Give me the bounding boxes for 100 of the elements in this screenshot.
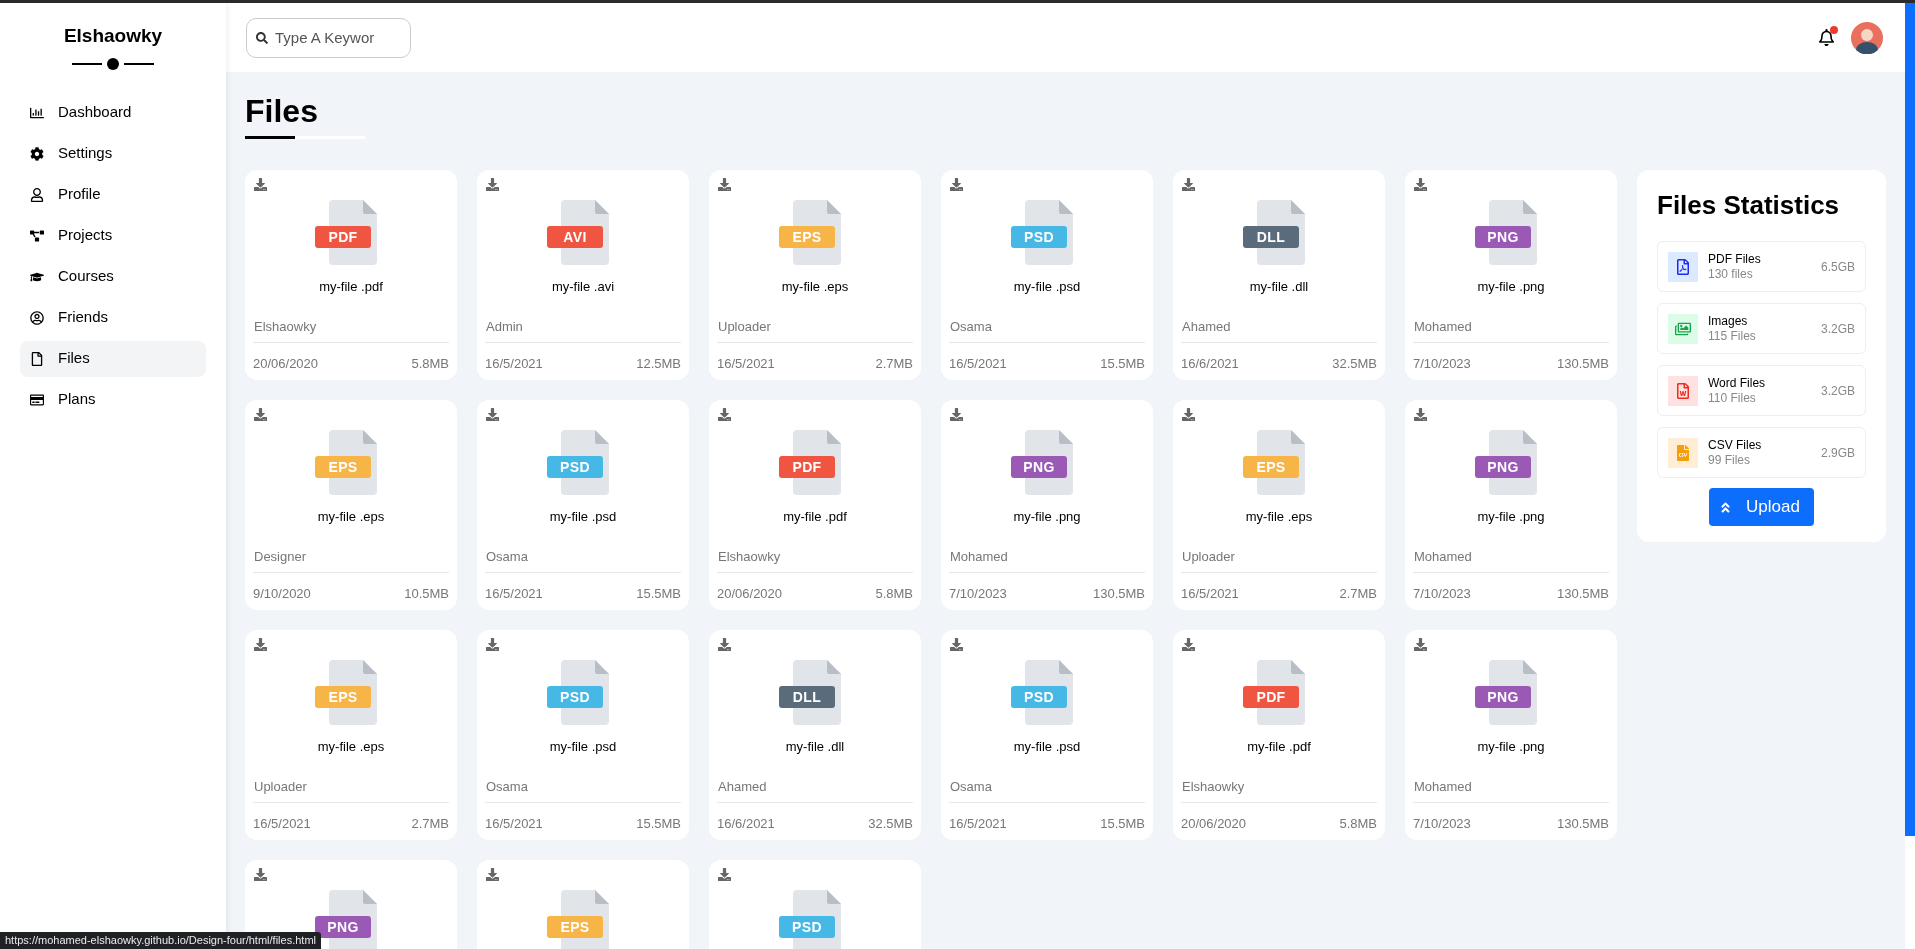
download-icon[interactable]: [486, 868, 499, 881]
file-name[interactable]: my-file .psd: [949, 737, 1145, 757]
file-type-badge: PSD: [1011, 686, 1067, 708]
download-icon[interactable]: [718, 178, 731, 191]
download-icon[interactable]: [950, 638, 963, 651]
download-icon[interactable]: [1182, 178, 1195, 191]
file-type-badge: EPS: [315, 686, 371, 708]
statistic-label: PDF Files: [1708, 251, 1761, 267]
sidebar-item[interactable]: Courses: [20, 258, 206, 295]
file-name[interactable]: my-file .eps: [253, 737, 449, 757]
file-date: 16/5/2021: [949, 815, 1007, 833]
file-date: 16/5/2021: [1181, 585, 1239, 603]
download-icon[interactable]: [486, 408, 499, 421]
user-icon: [30, 187, 44, 202]
file-name[interactable]: my-file .psd: [485, 507, 681, 527]
file-type-badge: PNG: [1475, 456, 1531, 478]
file-size: 130.5MB: [1556, 815, 1609, 833]
statistic-count: 110 Files: [1708, 390, 1757, 406]
scrollbar-thumb[interactable]: [1905, 3, 1915, 836]
file-name[interactable]: my-file .pdf: [1181, 737, 1377, 757]
chart-icon: [30, 105, 44, 120]
file-size: 2.7MB: [411, 815, 449, 833]
download-icon[interactable]: [950, 178, 963, 191]
upload-button[interactable]: Upload: [1709, 488, 1814, 526]
file-date: 16/5/2021: [253, 815, 311, 833]
file-type-badge: PSD: [779, 916, 835, 938]
statistic-count: 115 Files: [1708, 328, 1756, 344]
download-icon[interactable]: [718, 868, 731, 881]
file-name[interactable]: my-file .dll: [717, 737, 913, 757]
brand-title: Elshaowky: [63, 24, 163, 48]
file-name[interactable]: my-file .dll: [1181, 277, 1377, 297]
diagram-icon: [30, 228, 44, 243]
statistic-size: 3.2GB: [1820, 320, 1855, 338]
file-size: 5.8MB: [875, 585, 913, 603]
sidebar-item[interactable]: Projects: [20, 217, 206, 254]
file-owner: Mohamed: [1414, 317, 1473, 336]
file-type-badge: DLL: [779, 686, 835, 708]
file-date: 20/06/2020: [253, 355, 319, 373]
download-icon[interactable]: [1182, 638, 1195, 651]
page-title: Files: [245, 92, 319, 130]
file-date: 20/06/2020: [1181, 815, 1247, 833]
file-owner: Osama: [486, 777, 529, 796]
file-type-badge: PDF: [1243, 686, 1299, 708]
sidebar-item[interactable]: Files: [20, 340, 206, 377]
sidebar-item[interactable]: Plans: [20, 381, 206, 418]
download-icon[interactable]: [254, 868, 267, 881]
file-date: 20/06/2020: [717, 585, 783, 603]
avatar[interactable]: [1851, 21, 1883, 54]
download-icon[interactable]: [254, 408, 267, 421]
download-icon[interactable]: [1414, 178, 1427, 191]
notification-bell-icon[interactable]: [1818, 29, 1835, 46]
file-owner: Admin: [486, 317, 524, 336]
file-name[interactable]: my-file .avi: [485, 277, 681, 297]
file-size: 15.5MB: [1100, 815, 1145, 833]
file-owner: Elshaowky: [1182, 777, 1246, 796]
file-icon: [30, 351, 44, 366]
file-type-badge: PDF: [315, 226, 371, 248]
file-size: 15.5MB: [1100, 355, 1145, 373]
sidebar-item[interactable]: Friends: [20, 299, 206, 336]
file-name[interactable]: my-file .pdf: [717, 507, 913, 527]
file-owner: Osama: [950, 777, 993, 796]
file-name[interactable]: my-file .psd: [485, 737, 681, 757]
file-owner: Uploader: [718, 317, 772, 336]
sidebar-item[interactable]: Dashboard: [20, 94, 206, 131]
sidebar-item[interactable]: Settings: [20, 135, 206, 172]
statistic-label: Word Files: [1708, 375, 1766, 391]
download-icon[interactable]: [1182, 408, 1195, 421]
file-date: 16/6/2021: [717, 815, 775, 833]
file-name[interactable]: my-file .psd: [949, 277, 1145, 297]
file-type-badge: PNG: [1011, 456, 1067, 478]
download-icon[interactable]: [1414, 638, 1427, 651]
file-owner: Ahamed: [718, 777, 768, 796]
download-icon[interactable]: [718, 638, 731, 651]
file-name[interactable]: my-file .png: [1413, 507, 1609, 527]
file-size: 32.5MB: [1332, 355, 1377, 373]
file-date: 9/10/2020: [253, 585, 311, 603]
file-owner: Elshaowky: [254, 317, 318, 336]
download-icon[interactable]: [718, 408, 731, 421]
file-name[interactable]: my-file .eps: [253, 507, 449, 527]
brand-divider-icon: [72, 56, 154, 71]
download-icon[interactable]: [486, 638, 499, 651]
file-name[interactable]: my-file .png: [1413, 277, 1609, 297]
file-name[interactable]: my-file .eps: [717, 277, 913, 297]
file-name[interactable]: my-file .png: [1413, 737, 1609, 757]
search-field[interactable]: Type A Keywor: [246, 17, 411, 58]
download-icon[interactable]: [950, 408, 963, 421]
sidebar-item[interactable]: Profile: [20, 176, 206, 213]
file-name[interactable]: my-file .pdf: [253, 277, 449, 297]
download-icon[interactable]: [1414, 408, 1427, 421]
file-size: 130.5MB: [1556, 585, 1609, 603]
file-date: 7/10/2023: [1413, 585, 1471, 603]
file-size: 130.5MB: [1092, 585, 1145, 603]
file-name[interactable]: my-file .eps: [1181, 507, 1377, 527]
download-icon[interactable]: [254, 638, 267, 651]
file-type-badge: PNG: [1475, 226, 1531, 248]
file-owner: Mohamed: [1414, 777, 1473, 796]
file-name[interactable]: my-file .png: [949, 507, 1145, 527]
download-icon[interactable]: [486, 178, 499, 191]
file-type-badge: EPS: [779, 226, 835, 248]
download-icon[interactable]: [254, 178, 267, 191]
